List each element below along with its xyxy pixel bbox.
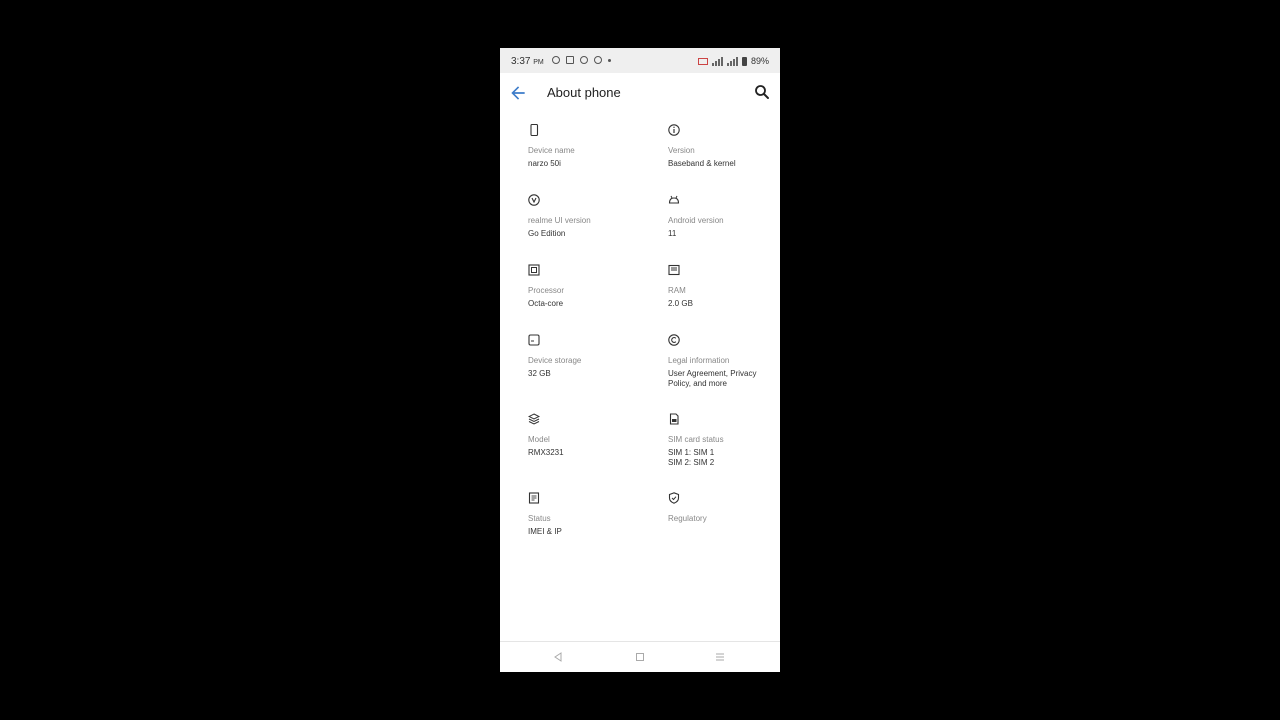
device-storage-label: Device storage xyxy=(528,356,582,365)
app-bar: About phone xyxy=(500,73,780,113)
storage-icon xyxy=(528,334,540,346)
processor-label: Processor xyxy=(528,286,565,295)
layers-icon xyxy=(528,413,540,425)
status-item[interactable]: Status IMEI & IP xyxy=(500,491,640,561)
page-title: About phone xyxy=(547,85,621,100)
sim-card-status-label: SIM card status xyxy=(668,435,724,444)
android-version-label: Android version xyxy=(668,216,724,225)
model-item[interactable]: Model RMX3231 xyxy=(500,412,640,491)
search-icon[interactable] xyxy=(753,83,771,101)
cast-icon xyxy=(697,57,708,65)
notification-icons xyxy=(552,56,611,64)
version-label: Version xyxy=(668,146,695,155)
arrow-back-icon[interactable] xyxy=(508,83,528,103)
realme-ui-version-value: Go Edition xyxy=(528,229,566,238)
nav-back-icon[interactable] xyxy=(551,650,565,664)
device-name-item[interactable]: Device name narzo 50i xyxy=(500,123,640,193)
ram-item[interactable]: RAM 2.0 GB xyxy=(640,263,780,333)
document-icon xyxy=(528,492,540,504)
android-version-item[interactable]: Android version 11 xyxy=(640,193,780,263)
realme-ui-version-label: realme UI version xyxy=(528,216,591,225)
navigation-bar xyxy=(500,641,780,672)
status-time: 3:37 PM xyxy=(511,56,544,67)
version-item[interactable]: Version Baseband & kernel xyxy=(640,123,780,193)
device-name-value: narzo 50i xyxy=(528,159,561,168)
regulatory-label: Regulatory xyxy=(668,514,707,523)
device-storage-value: 32 GB xyxy=(528,369,551,378)
notification-icon-3 xyxy=(580,56,588,64)
processor-item[interactable]: Processor Octa-core xyxy=(500,263,640,333)
legal-information-value: User Agreement, Privacy Policy, and more xyxy=(668,369,757,388)
sim-card-status-value: SIM 1: SIM 1 SIM 2: SIM 2 xyxy=(668,448,768,468)
status-bar: 3:37 PM 89% xyxy=(500,48,780,73)
sim-2-status: SIM 2: SIM 2 xyxy=(668,458,715,467)
nav-recents-icon[interactable] xyxy=(713,650,727,664)
legal-information-item[interactable]: Legal information User Agreement, Privac… xyxy=(640,333,780,412)
model-value: RMX3231 xyxy=(528,448,564,457)
notification-icon-2 xyxy=(566,56,574,64)
sim-card-status-item[interactable]: SIM card status SIM 1: SIM 1 SIM 2: SIM … xyxy=(640,412,780,491)
legal-information-label: Legal information xyxy=(668,356,730,365)
android-icon xyxy=(668,195,680,204)
info-icon xyxy=(668,124,680,136)
signal-icon xyxy=(711,56,723,66)
android-version-value: 11 xyxy=(668,229,677,238)
version-value: Baseband & kernel xyxy=(668,159,736,168)
sim-1-status: SIM 1: SIM 1 xyxy=(668,448,715,457)
signal-2-icon xyxy=(726,56,738,66)
ram-value: 2.0 GB xyxy=(668,299,693,308)
phone-screen: 3:37 PM 89% About phone Device name narz… xyxy=(500,48,780,672)
model-label: Model xyxy=(528,435,550,444)
shield-check-icon xyxy=(668,492,680,504)
processor-value: Octa-core xyxy=(528,299,564,308)
status-time-suffix: PM xyxy=(533,59,544,66)
realme-ui-icon xyxy=(528,194,540,206)
info-grid: Device name narzo 50i Version Baseband &… xyxy=(500,123,780,561)
battery-percent: 89% xyxy=(750,56,769,66)
processor-icon xyxy=(528,264,540,276)
notification-icon-4 xyxy=(594,56,602,64)
copyright-icon xyxy=(668,334,680,346)
system-icons: 89% xyxy=(697,56,769,66)
more-notifications-icon xyxy=(608,58,611,62)
ram-icon xyxy=(668,264,680,276)
status-time-value: 3:37 xyxy=(511,56,531,67)
nav-home-icon[interactable] xyxy=(633,650,647,664)
phone-icon xyxy=(530,124,539,136)
realme-ui-version-item[interactable]: realme UI version Go Edition xyxy=(500,193,640,263)
notification-icon-1 xyxy=(552,56,560,64)
regulatory-item[interactable]: Regulatory xyxy=(640,491,780,561)
ram-label: RAM xyxy=(668,286,686,295)
device-storage-item[interactable]: Device storage 32 GB xyxy=(500,333,640,412)
status-value: IMEI & IP xyxy=(528,527,562,536)
device-name-label: Device name xyxy=(528,146,575,155)
battery-icon xyxy=(741,56,747,66)
status-label: Status xyxy=(528,514,551,523)
sim-icon xyxy=(669,413,679,425)
